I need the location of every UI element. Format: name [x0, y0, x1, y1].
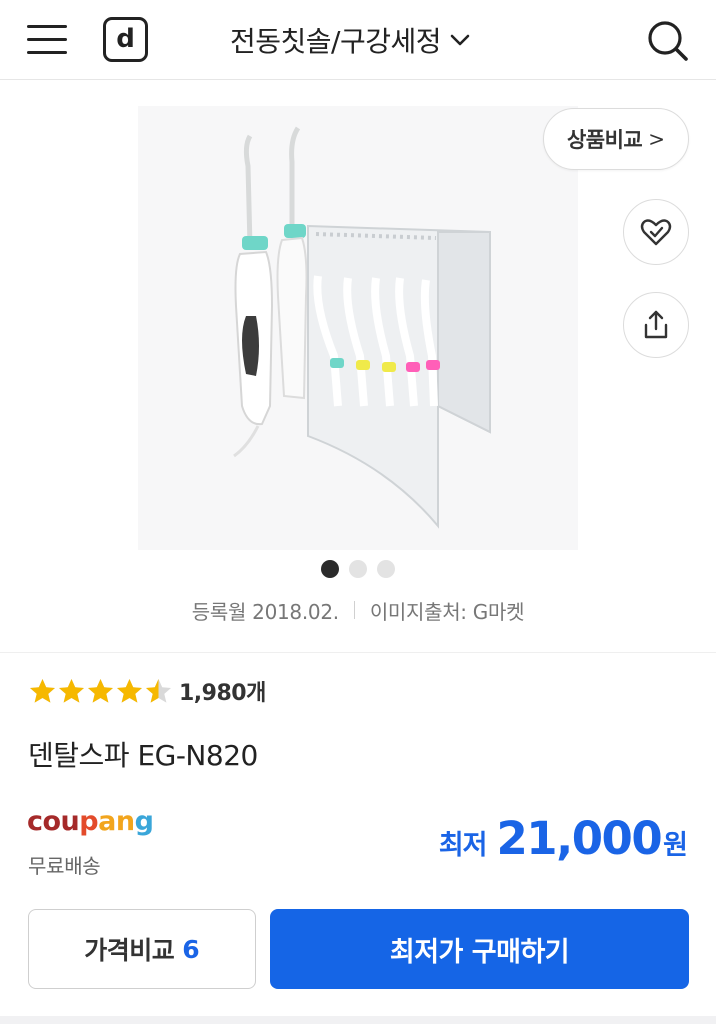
site-logo[interactable]: d	[103, 17, 148, 62]
search-icon[interactable]	[643, 16, 691, 64]
coupang-logo-part: cou	[27, 806, 80, 837]
shipping-info: 무료배송	[28, 854, 101, 878]
buy-lowest-button[interactable]: 최저가 구매하기	[270, 909, 689, 989]
bottom-spacer	[0, 1016, 716, 1024]
lowest-price[interactable]: 최저 21,000 원	[439, 812, 688, 865]
carousel-dot[interactable]	[349, 560, 367, 578]
share-icon	[644, 310, 668, 339]
product-name: 덴탈스파 EG-N820	[28, 739, 258, 772]
wishlist-button[interactable]	[623, 199, 689, 265]
carousel-dot-active[interactable]	[321, 560, 339, 578]
menu-icon-line	[27, 25, 67, 28]
meta-divider	[353, 601, 355, 619]
star-full-icon	[30, 678, 55, 703]
review-count: 1,980개	[179, 681, 266, 706]
image-source: 이미지출처: G마켓	[369, 599, 525, 624]
star-rating	[28, 677, 173, 706]
menu-icon-line	[27, 51, 67, 54]
rating-row[interactable]: 1,980개	[28, 674, 266, 708]
coupang-logo-part: g	[134, 806, 154, 837]
product-meta: 등록월 2018.02. 이미지출처: G마켓	[0, 594, 716, 626]
menu-button[interactable]	[22, 18, 74, 62]
category-label: 전동칫솔/구강세정	[230, 25, 442, 58]
price-compare-button[interactable]: 가격비교 6	[28, 909, 256, 989]
star-half-icon	[146, 678, 171, 703]
carousel-indicator	[0, 560, 716, 580]
price-compare-count: 6	[182, 934, 200, 964]
menu-icon-line	[27, 38, 67, 41]
buy-lowest-label: 최저가 구매하기	[389, 936, 570, 968]
carousel-dot[interactable]	[377, 560, 395, 578]
chevron-down-icon	[450, 34, 470, 46]
coupang-logo-part: p	[79, 806, 99, 837]
share-button[interactable]	[623, 292, 689, 358]
product-compare-button[interactable]: 상품비교 >	[543, 108, 689, 170]
top-header: d 전동칫솔/구강세정	[0, 0, 716, 80]
product-gallery[interactable]: 상품비교 >	[0, 80, 716, 560]
product-image	[138, 106, 578, 550]
price-amount: 21,000	[496, 812, 663, 865]
coupang-logo[interactable]: coupang	[27, 806, 154, 837]
category-selector[interactable]: 전동칫솔/구강세정	[230, 18, 471, 62]
coupang-logo-part: an	[98, 806, 135, 837]
section-divider	[0, 652, 716, 653]
price-compare-label: 가격비교	[84, 936, 175, 965]
product-compare-label: 상품비교	[566, 128, 643, 152]
price-prefix: 최저	[438, 830, 488, 861]
star-full-icon	[59, 678, 84, 703]
registered-date: 등록월 2018.02.	[191, 599, 339, 624]
chevron-right-icon: >	[648, 127, 666, 151]
star-full-icon	[117, 678, 142, 703]
heart-check-icon	[640, 219, 672, 246]
price-unit: 원	[663, 830, 688, 861]
star-full-icon	[88, 678, 113, 703]
